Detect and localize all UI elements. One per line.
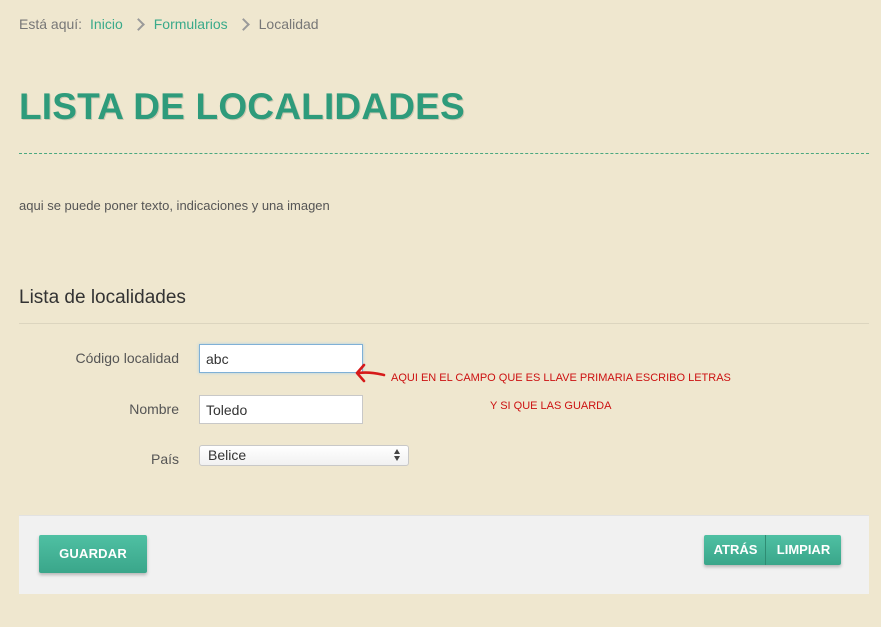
annotation-line-2: Y SI QUE LAS GUARDA [490,400,612,412]
breadcrumb-link-formularios[interactable]: Formularios [154,16,228,32]
select-arrows-icon [394,449,402,462]
breadcrumb-prefix: Está aquí: [19,16,83,32]
title-divider [19,153,869,154]
page-title: LISTA DE LOCALIDADES [19,86,465,127]
action-button-group: ATRÁS LIMPIAR [704,535,841,565]
clear-button[interactable]: LIMPIAR [766,535,841,565]
section-divider [19,323,869,324]
section-title: Lista de localidades [19,287,186,308]
codigo-input[interactable] [199,344,363,373]
annotation-line-1: AQUI EN EL CAMPO QUE ES LLAVE PRIMARIA E… [391,372,731,384]
breadcrumb-link-inicio[interactable]: Inicio [90,16,123,32]
back-button[interactable]: ATRÁS [704,535,766,565]
pais-select[interactable]: Belice [199,445,409,466]
pais-select-value: Belice [208,447,247,463]
chevron-right-icon [236,17,250,31]
nombre-label: Nombre [129,401,179,417]
save-button[interactable]: GUARDAR [39,535,147,573]
arrow-left-icon [355,363,386,383]
breadcrumb-current: Localidad [258,16,319,32]
breadcrumb: Está aquí: Inicio Formularios Localidad [19,16,319,32]
form-actions-bar: GUARDAR ATRÁS LIMPIAR [19,515,869,594]
nombre-input[interactable] [199,395,363,424]
chevron-right-icon [131,17,145,31]
pais-label: País [150,451,179,467]
intro-text: aqui se puede poner texto, indicaciones … [19,198,330,213]
codigo-label: Código localidad [75,350,179,366]
